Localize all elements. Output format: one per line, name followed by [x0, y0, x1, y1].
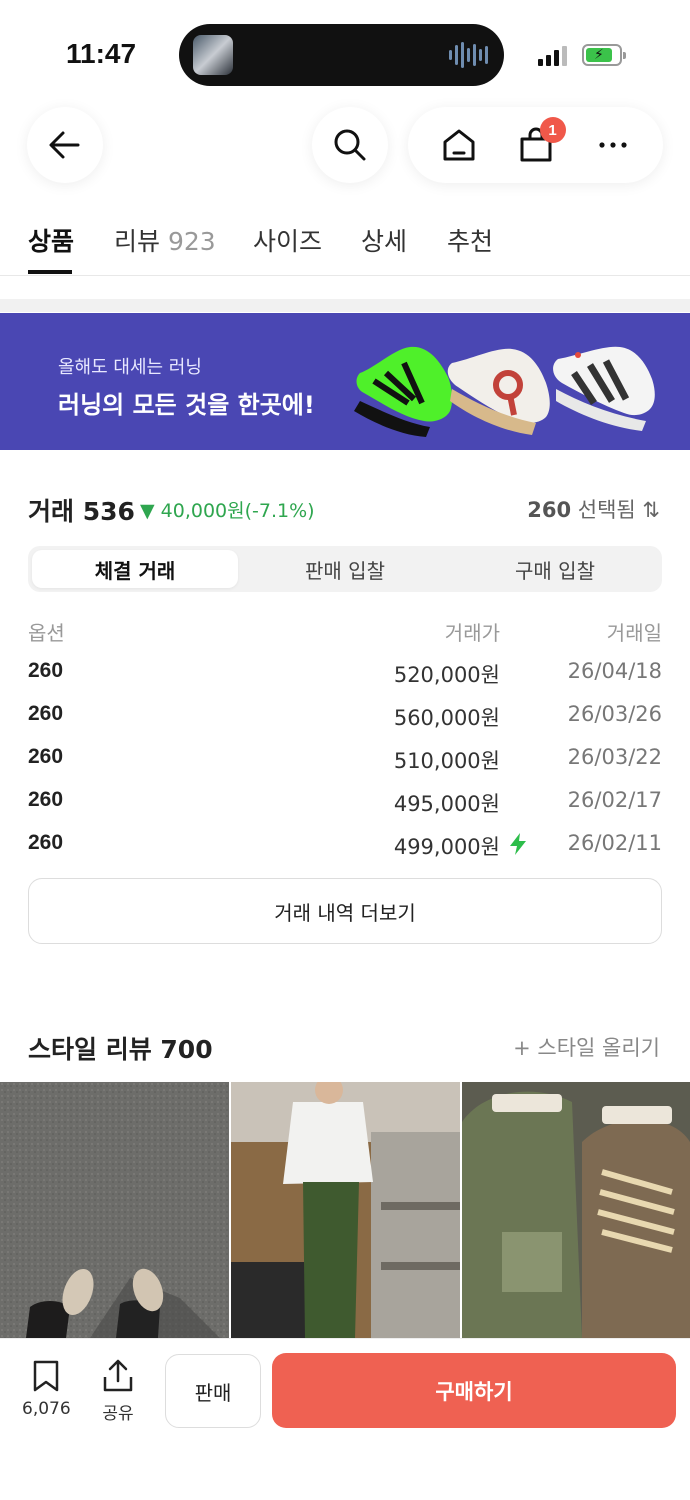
section-divider: [0, 299, 690, 312]
trade-count-title: 거래 536: [28, 497, 135, 526]
trade-row: 260 510,000원 26/03/22: [0, 745, 690, 785]
upload-style-link[interactable]: + 스타일 올리기: [513, 1032, 660, 1062]
trade-option: 260: [28, 745, 64, 768]
back-button[interactable]: [27, 107, 103, 183]
share-label: 공유: [102, 1404, 134, 1424]
header-action-group: 1: [408, 107, 663, 183]
trade-date: 26/02/17: [567, 788, 662, 812]
trade-option: 260: [28, 702, 64, 725]
more-options-button[interactable]: [583, 115, 643, 175]
trade-date: 26/03/22: [567, 745, 662, 769]
audio-waveform-icon: [449, 42, 488, 68]
home-button[interactable]: [429, 115, 489, 175]
now-playing-thumbnail: [193, 35, 233, 75]
running-shoe-green-image: [354, 346, 453, 437]
style-review-title: 스타일 리뷰 700: [28, 1035, 213, 1064]
sell-button[interactable]: 판매: [165, 1354, 261, 1428]
active-tab-indicator: [28, 270, 72, 274]
tab-size[interactable]: 사이즈: [253, 222, 322, 258]
tab-review[interactable]: 리뷰 923: [114, 222, 216, 258]
bookmark-count: 6,076: [22, 1399, 71, 1419]
cart-count-badge: 1: [539, 117, 566, 143]
trade-date: 26/02/11: [567, 831, 662, 855]
dynamic-island: [179, 24, 504, 86]
promo-banner[interactable]: 올해도 대세는 러닝 러닝의 모든 것을 한곳에!: [0, 313, 690, 450]
more-horizontal-icon: [598, 142, 627, 148]
cellular-signal-icon: [538, 44, 567, 66]
bookmark-icon: [34, 1360, 59, 1392]
segment-concluded-trades[interactable]: 체결 거래: [32, 550, 238, 588]
segment-sell-bids[interactable]: 판매 입찰: [242, 550, 448, 588]
style-photo-3[interactable]: [462, 1082, 690, 1338]
trade-row: 260 499,000원 26/02/11: [0, 831, 690, 871]
trade-option: 260: [28, 831, 64, 854]
status-bar: 11:47 ⚡: [0, 0, 690, 100]
banner-subtitle: 올해도 대세는 러닝: [58, 357, 202, 378]
buy-button[interactable]: 구매하기: [272, 1353, 676, 1428]
tab-product[interactable]: 상품: [28, 222, 74, 258]
running-shoe-adidas-image: [553, 346, 655, 431]
column-header-price: 거래가: [444, 621, 500, 645]
style-photo-2[interactable]: [231, 1082, 460, 1338]
trade-date: 26/04/18: [567, 659, 662, 683]
search-icon: [334, 129, 366, 161]
trade-row: 260 560,000원 26/03/26: [0, 702, 690, 742]
search-button[interactable]: [312, 107, 388, 183]
trade-type-segmented-control: 체결 거래 판매 입찰 구매 입찰: [28, 546, 662, 592]
style-photo-1[interactable]: [0, 1082, 229, 1338]
cart-button[interactable]: 1: [506, 115, 566, 175]
arrow-left-icon: [49, 131, 80, 159]
size-select-dropdown[interactable]: 260 선택됨 ⇅: [527, 494, 660, 524]
trade-option: 260: [28, 788, 64, 811]
trade-price: 560,000원: [393, 706, 500, 730]
status-time: 11:47: [66, 38, 137, 69]
trade-price: 510,000원: [393, 749, 500, 773]
more-trade-history-button[interactable]: 거래 내역 더보기: [28, 878, 662, 944]
fast-delivery-bolt-icon: [510, 833, 526, 855]
share-button[interactable]: 공유: [101, 1359, 135, 1424]
trade-row: 260 495,000원 26/02/17: [0, 788, 690, 828]
home-icon: [443, 129, 474, 161]
banner-title: 러닝의 모든 것을 한곳에!: [58, 391, 315, 419]
column-header-date: 거래일: [606, 621, 662, 645]
running-shoe-white-image: [447, 348, 550, 435]
tab-recommend[interactable]: 추천: [447, 222, 493, 258]
bottom-action-bar: 6,076 공유 판매 구매하기: [0, 1338, 690, 1500]
trade-price: 495,000원: [393, 792, 500, 816]
product-tabs: 상품 리뷰 923 사이즈 상세 추천: [0, 208, 690, 276]
column-header-option: 옵션: [28, 621, 65, 645]
price-change: ▼ 40,000원(-7.1%): [140, 500, 315, 522]
trade-option: 260: [28, 659, 64, 682]
bookmark-button[interactable]: 6,076: [22, 1359, 71, 1419]
segment-buy-bids[interactable]: 구매 입찰: [452, 550, 658, 588]
trade-row: 260 520,000원 26/04/18: [0, 659, 690, 699]
battery-icon: ⚡: [582, 44, 626, 66]
tab-detail[interactable]: 상세: [361, 222, 407, 258]
share-icon: [103, 1359, 133, 1392]
trade-price: 520,000원: [393, 663, 500, 687]
trade-price: 499,000원: [393, 835, 500, 859]
trade-date: 26/03/26: [567, 702, 662, 726]
